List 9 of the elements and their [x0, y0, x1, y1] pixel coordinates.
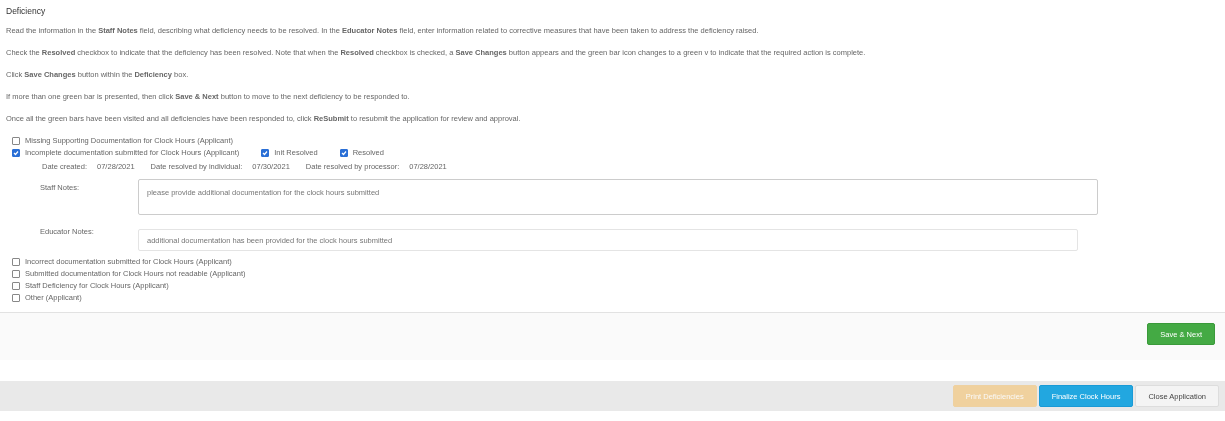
checkbox[interactable] — [339, 148, 348, 157]
section-title: Deficiency — [6, 6, 47, 16]
checkbox[interactable] — [12, 293, 20, 302]
checkbox[interactable] — [12, 148, 20, 157]
checkbox[interactable] — [12, 281, 20, 290]
checkbox[interactable] — [12, 257, 20, 266]
checkbox[interactable] — [12, 136, 20, 145]
checkbox[interactable] — [261, 148, 270, 157]
checkbox[interactable] — [12, 269, 20, 278]
